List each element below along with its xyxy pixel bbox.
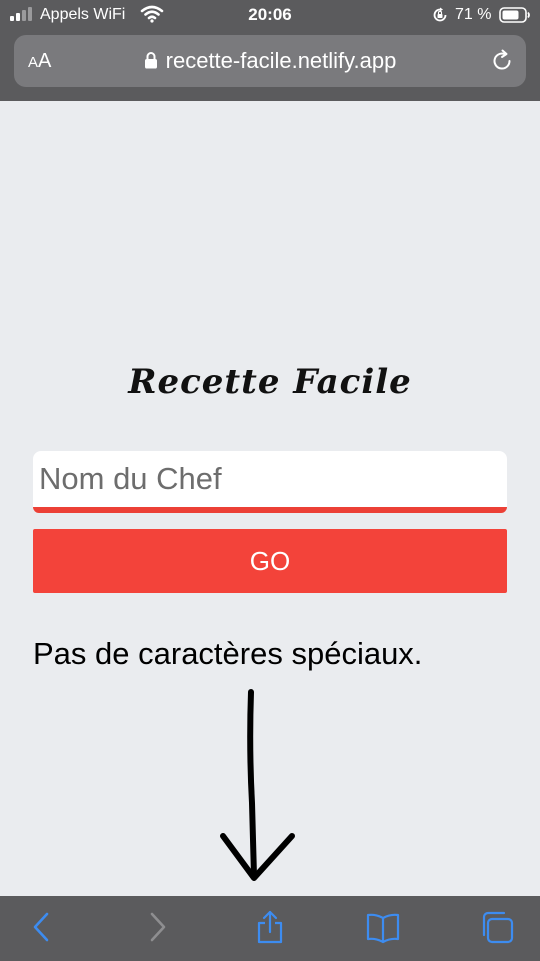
url-text: recette-facile.netlify.app — [165, 48, 397, 73]
bookmarks-icon[interactable] — [366, 910, 400, 944]
address-bar[interactable]: AA recette-facile.netlify.app — [14, 35, 526, 87]
battery-icon — [499, 7, 530, 23]
down-arrow-icon — [220, 689, 295, 881]
url-display[interactable]: recette-facile.netlify.app — [14, 48, 526, 74]
hint-text: Pas de caractères spéciaux. — [33, 636, 423, 671]
lock-icon — [144, 52, 157, 69]
page-title: Recette Facile — [128, 362, 412, 402]
browser-top-chrome: Appels WiFi 20:06 71 % AA recette-facile… — [0, 0, 540, 101]
go-button[interactable]: GO — [33, 529, 507, 593]
share-icon[interactable] — [253, 910, 287, 944]
tabs-icon[interactable] — [480, 910, 514, 944]
reload-icon[interactable] — [490, 49, 514, 73]
rotation-lock-icon — [433, 7, 447, 22]
status-bar: Appels WiFi 20:06 71 % — [0, 0, 540, 32]
forward-icon[interactable] — [140, 910, 174, 944]
back-icon[interactable] — [25, 910, 59, 944]
browser-toolbar — [0, 896, 540, 961]
chef-name-input[interactable] — [33, 451, 507, 513]
battery-percent: 71 % — [455, 6, 492, 23]
